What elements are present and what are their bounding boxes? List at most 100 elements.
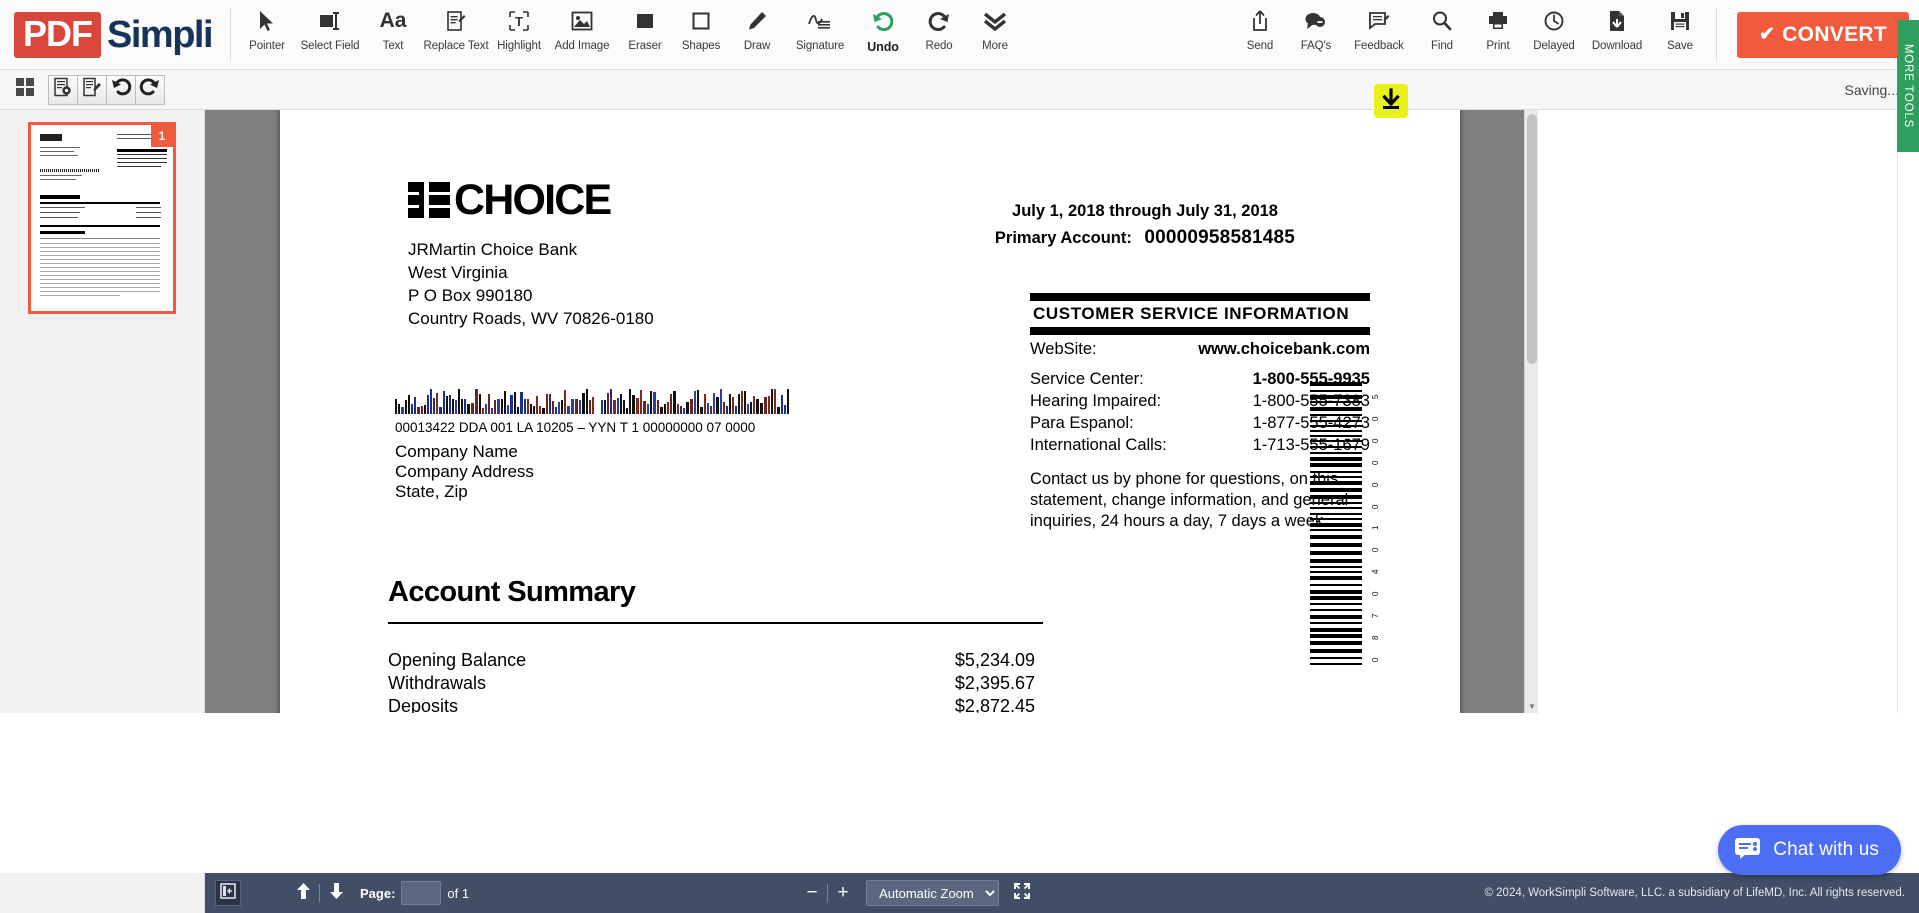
tool-eraser[interactable]: Eraser <box>617 0 673 52</box>
page-settings-button[interactable] <box>48 75 78 105</box>
summary-amount-deposits: $2,872.45 <box>905 696 1035 713</box>
download-highlight-button[interactable] <box>1374 84 1408 118</box>
tool-more[interactable]: More <box>967 0 1023 52</box>
mini-line <box>40 155 78 156</box>
zoom-out-button[interactable]: − <box>799 882 825 904</box>
zoom-divider <box>827 884 828 902</box>
saving-status: Saving... <box>1845 82 1899 98</box>
tool-add-image[interactable]: Add Image <box>547 0 617 52</box>
shapes-icon <box>686 8 716 34</box>
tool-draw-label: Draw <box>744 40 770 52</box>
pdf-viewer[interactable]: CHOICE JRMartin Choice Bank West Virgini… <box>205 110 1538 713</box>
pdf-bottom-toolbar: Page: of 1 − + Automatic ZoomActual Size… <box>205 873 1919 913</box>
mini-rule <box>40 202 160 204</box>
mini-rule <box>40 225 160 227</box>
more-chevrons-icon <box>980 8 1010 34</box>
edit-page-button[interactable] <box>77 75 107 105</box>
thumbnail-page-1[interactable]: 1 <box>28 122 176 314</box>
secondary-toolbar: Saving... <box>0 70 1919 110</box>
mail-code-line: 00013422 DDA 001 LA 10205 – YYN T 1 0000… <box>395 420 755 435</box>
viewer-scrollbar[interactable]: ▲ ▼ <box>1524 110 1538 713</box>
zoom-in-button[interactable]: + <box>830 882 856 904</box>
mini-barcode <box>40 169 100 172</box>
arrow-down-icon <box>329 882 344 905</box>
csi-row-website: WebSite: www.choicebank.com <box>1030 340 1370 359</box>
mini-line <box>136 207 161 208</box>
page-count-label: of 1 <box>447 886 469 901</box>
scroll-down-arrow-icon[interactable]: ▼ <box>1528 702 1536 711</box>
tool-find-label: Find <box>1431 40 1453 52</box>
page-redo-button[interactable] <box>135 75 165 105</box>
tool-shapes[interactable]: Shapes <box>673 0 729 52</box>
tool-find[interactable]: Find <box>1414 0 1470 52</box>
sidebar-toggle-icon <box>220 883 236 904</box>
more-tools-tab[interactable]: MORE TOOLS <box>1897 20 1919 152</box>
svg-text:T: T <box>515 14 523 29</box>
pointer-icon <box>252 8 282 34</box>
undo-arrow-icon <box>110 77 132 102</box>
csi-top-bar <box>1030 293 1370 301</box>
mini-line <box>40 291 160 292</box>
csi-label-international: International Calls: <box>1030 436 1167 455</box>
page-undo-button[interactable] <box>106 75 136 105</box>
tool-pointer[interactable]: Pointer <box>239 0 295 52</box>
logo-pdf-text: PDF <box>14 12 101 58</box>
viewer-scrollbar-thumb[interactable] <box>1527 114 1537 364</box>
tool-save[interactable]: Save <box>1652 0 1708 52</box>
tool-shapes-label: Shapes <box>682 40 720 52</box>
tool-highlight[interactable]: T Highlight <box>491 0 547 52</box>
tool-replace-text[interactable]: Replace Text <box>421 0 491 52</box>
tool-draw[interactable]: Draw <box>729 0 785 52</box>
redo-arrow-icon <box>139 77 161 102</box>
tool-print[interactable]: Print <box>1470 0 1526 52</box>
recipient-block: Company Name Company Address State, Zip <box>395 442 534 502</box>
edit-tools-group: Pointer Select Field Aa Text Replace Tex… <box>239 0 1023 70</box>
summary-amount-withdrawals: $2,395.67 <box>905 673 1035 694</box>
find-icon <box>1427 8 1457 34</box>
page-settings-icon <box>53 77 73 102</box>
tool-print-label: Print <box>1486 40 1509 52</box>
tool-undo[interactable]: Undo <box>855 0 911 54</box>
toolbar-divider <box>230 9 231 61</box>
tool-delayed[interactable]: Delayed <box>1526 0 1582 52</box>
tool-send[interactable]: Send <box>1232 0 1288 52</box>
csi-value-website: www.choicebank.com <box>1198 340 1370 359</box>
zoom-level-select[interactable]: Automatic ZoomActual SizePage FitPage Wi… <box>866 880 999 906</box>
clock-icon <box>1539 8 1569 34</box>
tool-signature[interactable]: Signature <box>785 0 855 52</box>
tool-more-label: More <box>982 40 1008 52</box>
undo-icon <box>868 8 898 34</box>
save-icon <box>1665 8 1695 34</box>
eraser-icon <box>630 8 660 34</box>
toggle-sidebar-button[interactable] <box>215 880 241 906</box>
vertical-barcode-digits: 5000001040780 <box>1370 382 1382 667</box>
tool-redo[interactable]: Redo <box>911 0 967 52</box>
bank-address-line-3: Country Roads, WV 70826-0180 <box>408 307 654 330</box>
primary-account-number: 00000958581485 <box>1144 227 1295 248</box>
page-number-input[interactable] <box>401 881 441 905</box>
tool-faqs[interactable]: FAQ's <box>1288 0 1344 52</box>
previous-page-button[interactable] <box>289 879 317 907</box>
fullscreen-button[interactable] <box>1009 880 1035 906</box>
tool-download[interactable]: Download <box>1582 0 1652 52</box>
tool-pointer-label: Pointer <box>249 40 285 52</box>
chat-with-us-button[interactable]: Chat with us <box>1718 825 1901 875</box>
mini-line <box>40 175 82 176</box>
thumbnail-sidebar: 1 <box>0 110 205 713</box>
mini-line <box>40 267 160 268</box>
bank-address-line-1: West Virginia <box>408 261 654 284</box>
mini-line <box>40 287 160 288</box>
tool-download-label: Download <box>1592 40 1642 52</box>
grid-view-button[interactable] <box>8 73 42 107</box>
convert-button[interactable]: ✔ CONVERT <box>1737 12 1909 58</box>
tool-text[interactable]: Aa Text <box>365 0 421 52</box>
next-page-button[interactable] <box>322 879 350 907</box>
mail-barcode-left <box>395 388 595 414</box>
mini-line <box>117 162 167 163</box>
primary-account-row: Primary Account: 00000958581485 <box>920 227 1370 249</box>
arrow-up-icon <box>296 882 311 905</box>
csi-label-hearing-impaired: Hearing Impaired: <box>1030 392 1161 411</box>
tool-feedback[interactable]: Feedback <box>1344 0 1414 52</box>
tool-select-field[interactable]: Select Field <box>295 0 365 52</box>
edit-page-icon <box>82 77 102 102</box>
